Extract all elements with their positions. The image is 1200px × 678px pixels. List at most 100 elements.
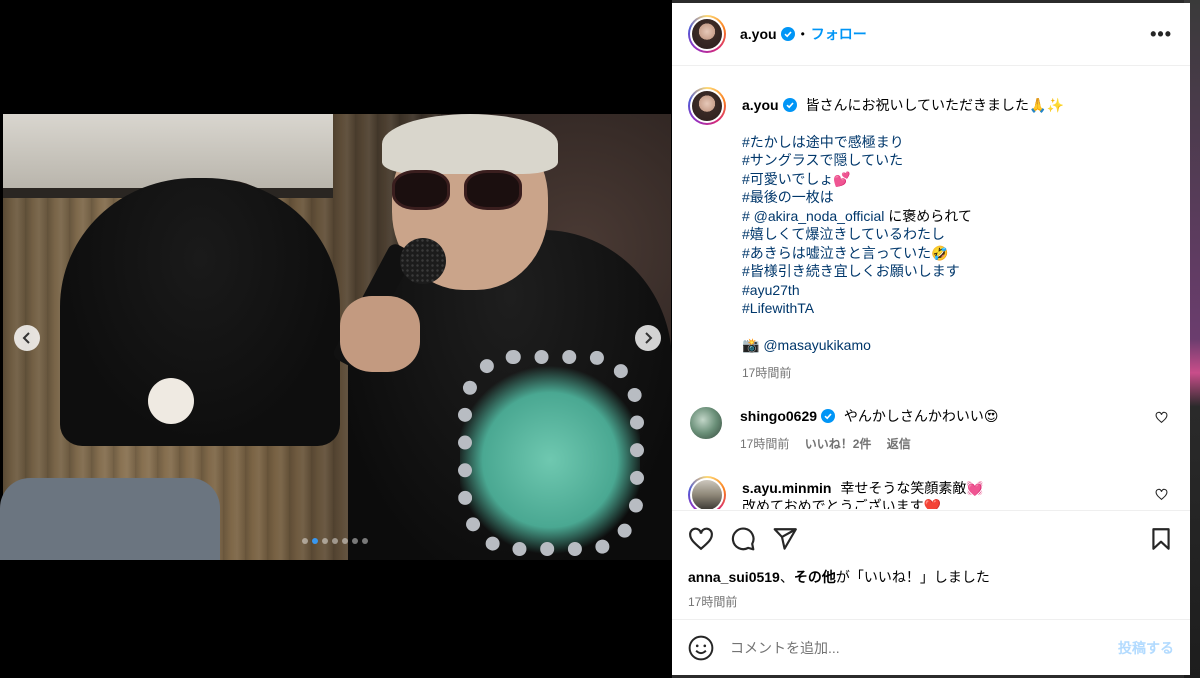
photo-credit-link[interactable]: 📸 @masayukikamo	[742, 336, 1174, 355]
bookmark-icon[interactable]	[1148, 526, 1174, 552]
like-comment-heart-icon[interactable]	[1155, 411, 1168, 424]
like-comment-heart-icon[interactable]	[1155, 488, 1168, 501]
photo-chain-print	[458, 350, 644, 556]
comment-text: やんかしさんかわいい😍	[843, 407, 999, 424]
carousel-dots	[302, 538, 368, 544]
caption-row: a.you 皆さんにお祝いしていただきました🙏✨ #たかしは途中で感極まり #サン…	[688, 87, 1174, 383]
liked-by-others[interactable]: その他	[794, 569, 836, 585]
caption-avatar-image	[690, 89, 724, 123]
carousel-next-button[interactable]	[635, 325, 661, 351]
hashtag-line: #サングラスで隠していた	[742, 151, 1174, 170]
commenter-avatar[interactable]	[688, 404, 724, 441]
hashtag-line: # @akira_noda_official に褒められて	[742, 207, 1174, 226]
hashtag-link[interactable]: #ayu27th	[742, 282, 800, 298]
hashtag-link[interactable]: #最後の一枚は	[742, 189, 834, 205]
carousel-dot	[312, 538, 318, 544]
post-time[interactable]: 17時間前	[688, 593, 1174, 610]
chevron-right-icon	[645, 332, 653, 344]
comment-text: 幸せそうな笑顔素敵💓	[840, 479, 984, 496]
liked-by-suffix: が「いいね！」しました	[835, 569, 990, 585]
photo-lap	[0, 478, 220, 560]
post-header: a.you • フォロー •••	[672, 3, 1190, 66]
hashtag-line: #可愛いでしょ💕	[742, 170, 1174, 189]
post-comment-button[interactable]: 投稿する	[1118, 638, 1174, 658]
carousel-prev-button[interactable]	[14, 325, 40, 351]
add-comment-bar: 投稿する	[672, 619, 1190, 675]
comment-bubble-icon[interactable]	[730, 526, 756, 552]
verified-badge-icon	[821, 408, 836, 423]
carousel-dot	[322, 538, 328, 544]
comment-body: shingo0629 やんかしさんかわいい😍 17時間前 いいね！2件 返信	[740, 407, 1174, 454]
caption-text: 皆さんにお祝いしていただきました🙏✨	[805, 97, 1064, 113]
liked-by-user[interactable]: anna_sui0519	[688, 569, 780, 585]
hashtag-link[interactable]: #サングラスで隠していた	[742, 152, 903, 168]
chevron-left-icon	[22, 332, 30, 344]
caption-author-avatar[interactable]	[688, 87, 726, 125]
post-media-pane	[0, 0, 672, 678]
hashtag-line: #あきらは嘘泣きと言っていた🤣	[742, 244, 1174, 263]
comment-meta: 17時間前 いいね！2件 返信	[740, 435, 1174, 454]
carousel-dot	[332, 538, 338, 544]
verified-badge-icon	[780, 27, 795, 41]
comment-input[interactable]	[730, 639, 1118, 656]
header-separator: •	[800, 27, 805, 41]
reply-button[interactable]: 返信	[887, 437, 911, 451]
hashtag-line: #嬉しくて爆泣きしているわたし	[742, 225, 1174, 244]
caption-meta: 17時間前	[742, 364, 1174, 383]
photo-man-hair	[382, 114, 558, 174]
liked-by-text: anna_sui0519、その他が「いいね！」しました	[688, 567, 1174, 587]
caption-time[interactable]: 17時間前	[742, 366, 791, 380]
author-avatar-image	[690, 17, 724, 51]
comment-item: shingo0629 やんかしさんかわいい😍 17時間前 いいね！2件 返信	[688, 404, 1174, 454]
hashtag-link[interactable]: #嬉しくて爆泣きしているわたし	[742, 226, 945, 242]
hashtag-line: #LifewithTA	[742, 299, 1174, 318]
hashtag-line: #最後の一枚は	[742, 188, 1174, 207]
photo-woman	[60, 178, 340, 446]
carousel-dot	[302, 538, 308, 544]
hashtag-line: #皆様引き続き宜しくお願いします	[742, 262, 1174, 281]
commenter-username[interactable]: s.ayu.minmin	[742, 480, 831, 496]
author-username[interactable]: a.you	[740, 26, 777, 42]
comment-time[interactable]: 17時間前	[740, 437, 789, 451]
like-heart-icon[interactable]	[688, 526, 714, 552]
caption-author-username[interactable]: a.you	[742, 97, 779, 113]
caption-first-line: a.you 皆さんにお祝いしていただきました🙏✨	[742, 96, 1174, 115]
hashtag-link[interactable]: #たかしは途中で感極まり	[742, 134, 904, 150]
commenter-username[interactable]: shingo0629	[740, 408, 817, 424]
hashtag-link[interactable]: #LifewithTA	[742, 300, 814, 316]
photo-hand	[340, 296, 420, 372]
commenter-avatar-image	[690, 477, 724, 509]
share-paper-plane-icon[interactable]	[772, 526, 798, 552]
caption-body: a.you 皆さんにお祝いしていただきました🙏✨ #たかしは途中で感極まり #サン…	[742, 96, 1174, 383]
action-icons	[688, 525, 1174, 553]
comment-text-line2: 改めておめでとうございます❤️	[742, 498, 942, 509]
follow-button[interactable]: フォロー	[811, 24, 867, 44]
photo-brooch	[148, 378, 194, 424]
hashtag-link[interactable]: #皆様引き続き宜しくお願いします	[742, 263, 960, 279]
more-options-button[interactable]: •••	[1150, 24, 1172, 45]
verified-badge-icon	[782, 98, 797, 112]
comment-body: s.ayu.minmin 幸せそうな笑顔素敵💓 改めておめでとうございます❤️	[742, 479, 1174, 510]
liked-by-separator: 、	[779, 569, 794, 585]
hashtag-link[interactable]: #可愛いでしょ💕	[742, 171, 851, 187]
comments-scroll-area[interactable]: a.you 皆さんにお祝いしていただきました🙏✨ #たかしは途中で感極まり #サン…	[672, 67, 1190, 509]
emoji-smiley-icon[interactable]	[688, 635, 714, 661]
commenter-avatar-image	[688, 404, 724, 441]
commenter-avatar[interactable]	[688, 475, 726, 509]
caption-hashtags: #たかしは途中で感極まり #サングラスで隠していた #可愛いでしょ💕 #最後の一枚は #…	[742, 133, 1174, 318]
hashtag-link[interactable]: #あきらは嘘泣きと言っていた🤣	[742, 245, 949, 261]
carousel-dot	[352, 538, 358, 544]
hashtag-suffix: に褒められて	[884, 207, 972, 224]
hashtag-line: #ayu27th	[742, 281, 1174, 300]
hashtag-link[interactable]: # @akira_noda_official	[742, 208, 884, 224]
author-avatar[interactable]	[688, 15, 726, 53]
comment-likes[interactable]: いいね！2件	[805, 437, 872, 451]
carousel-dot	[362, 538, 368, 544]
hashtag-line: #たかしは途中で感極まり	[742, 133, 1174, 152]
post-side-panel: a.you • フォロー ••• a.you 皆さんにお祝いしていただきました🙏…	[672, 3, 1190, 675]
photo-microphone-head	[400, 238, 446, 284]
post-actions: anna_sui0519、その他が「いいね！」しました 17時間前	[672, 510, 1190, 610]
carousel-dot	[342, 538, 348, 544]
